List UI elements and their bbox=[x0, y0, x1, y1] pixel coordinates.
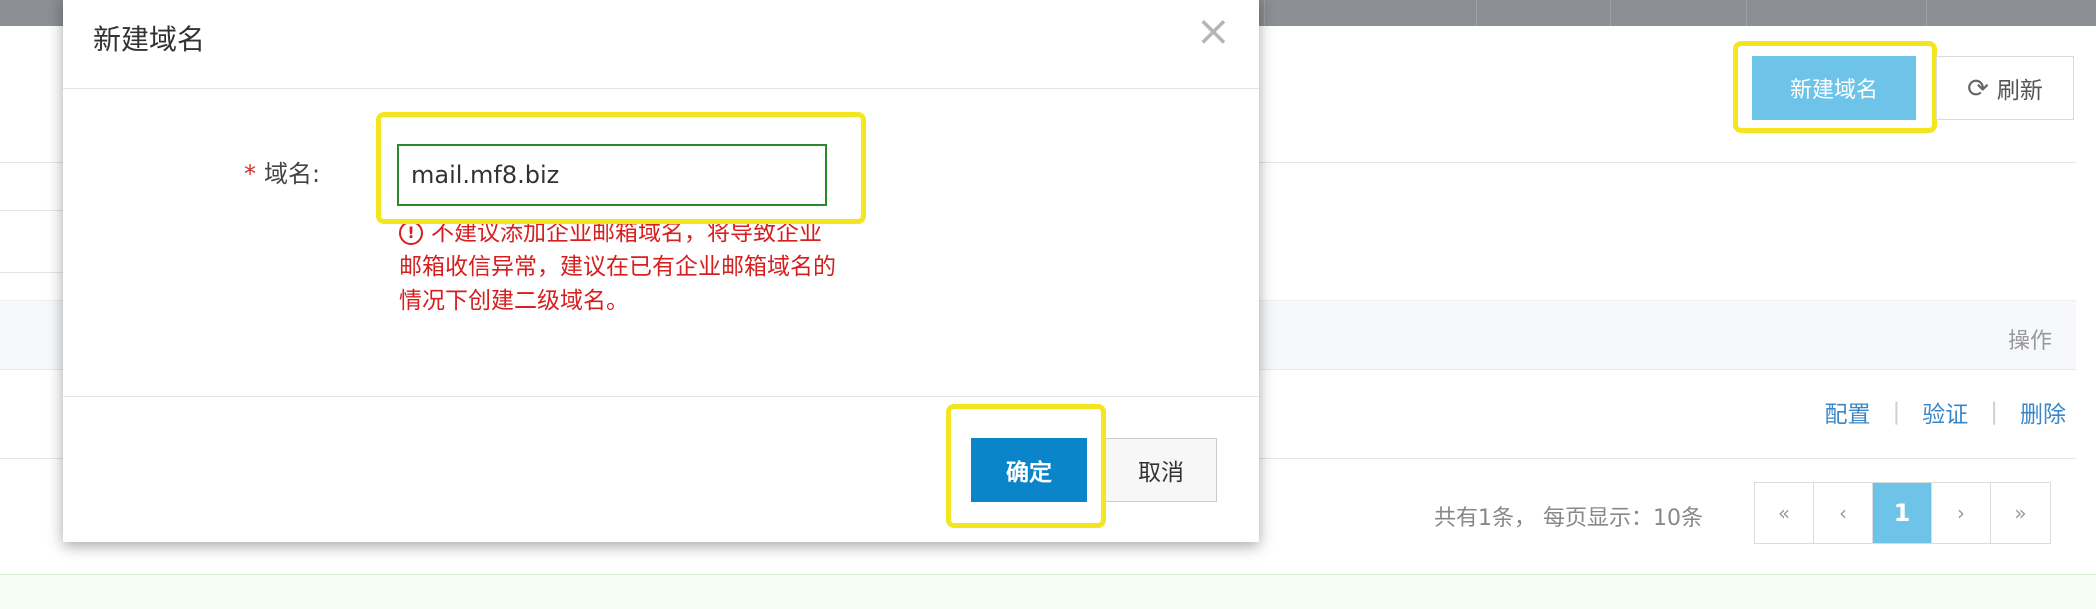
required-mark: * bbox=[244, 160, 256, 188]
page-next-button[interactable]: › bbox=[1932, 483, 1991, 543]
dialog-footer-divider bbox=[63, 396, 1259, 397]
domain-label-text: 域名: bbox=[264, 160, 321, 188]
page-first-button[interactable]: « bbox=[1755, 483, 1814, 543]
ops-column-header: 操作 bbox=[2007, 329, 2052, 354]
cancel-button[interactable]: 取消 bbox=[1105, 438, 1217, 502]
page-current-button[interactable]: 1 bbox=[1873, 483, 1932, 543]
warning-icon: ! bbox=[399, 221, 423, 245]
divider bbox=[0, 272, 70, 273]
pagination-summary: 共有1条， 每页显示：10条 bbox=[1434, 506, 1703, 531]
pagination: « ‹ 1 › » bbox=[1754, 482, 2051, 544]
nav-separator bbox=[1264, 0, 1265, 26]
verify-link[interactable]: 验证 bbox=[1922, 395, 1968, 429]
success-notice-bar bbox=[0, 574, 2096, 609]
refresh-label: 刷新 bbox=[1996, 77, 2043, 103]
delete-link[interactable]: 删除 bbox=[2020, 395, 2066, 429]
action-separator: | bbox=[1990, 399, 1998, 425]
page-prev-button[interactable]: ‹ bbox=[1814, 483, 1873, 543]
nav-separator bbox=[1746, 0, 1747, 26]
domain-field-label: * 域名: bbox=[244, 154, 320, 189]
nav-separator bbox=[1926, 0, 1927, 26]
dialog-header: 新建域名 × bbox=[63, 0, 1259, 89]
nav-separator bbox=[1476, 0, 1477, 26]
domain-warning: ! 不建议添加企业邮箱域名，将导致企业邮箱收信异常，建议在已有企业邮箱域名的情况下… bbox=[399, 216, 839, 318]
highlight-new-domain bbox=[1733, 41, 1937, 133]
dialog-title: 新建域名 bbox=[93, 23, 206, 56]
highlight-domain-input bbox=[376, 112, 866, 224]
nav-separator bbox=[1610, 0, 1611, 26]
warning-text: 不建议添加企业邮箱域名，将导致企业邮箱收信异常，建议在已有企业邮箱域名的情况下创… bbox=[399, 220, 836, 314]
table-row-actions: 配置 | 验证 | 删除 bbox=[1825, 395, 2067, 429]
refresh-button[interactable]: ⟳ 刷新 bbox=[1936, 56, 2074, 120]
configure-link[interactable]: 配置 bbox=[1825, 395, 1871, 429]
highlight-confirm-button bbox=[946, 404, 1106, 528]
action-separator: | bbox=[1892, 399, 1901, 425]
page-last-button[interactable]: » bbox=[1991, 483, 2050, 543]
divider bbox=[0, 210, 70, 211]
refresh-icon: ⟳ bbox=[1967, 72, 1989, 103]
close-icon[interactable]: × bbox=[1196, 10, 1231, 52]
